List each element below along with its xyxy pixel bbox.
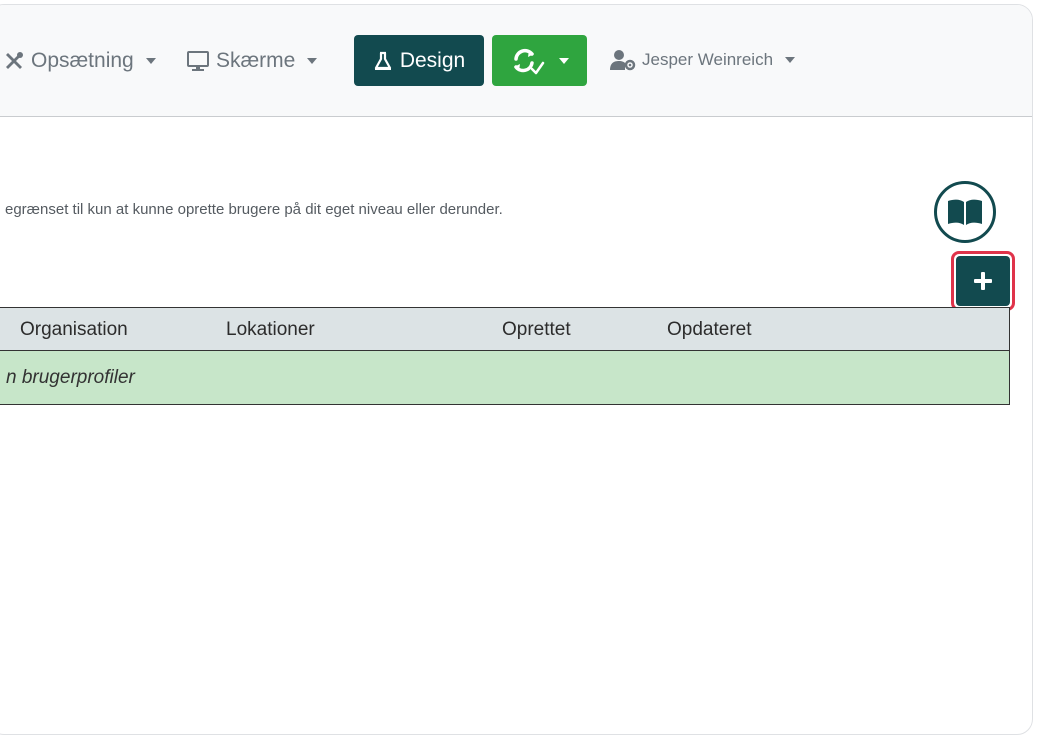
- column-header-updated[interactable]: Opdateret: [667, 319, 752, 341]
- design-button-label: Design: [399, 48, 466, 72]
- chevron-down-icon: [145, 58, 156, 64]
- users-table: Organisation Lokationer Oprettet Opdater…: [0, 307, 1010, 405]
- screens-menu-label: Skærme: [216, 49, 296, 72]
- manual-button[interactable]: [934, 181, 996, 243]
- table-header: Organisation Lokationer Oprettet Opdater…: [0, 308, 1009, 351]
- screens-menu[interactable]: Skærme: [186, 49, 318, 73]
- empty-table-message: n brugerprofiler: [6, 367, 135, 388]
- top-navbar: Opsætning Skærme Design Jesper Weinreich: [0, 5, 1032, 117]
- plus-icon: [973, 271, 993, 291]
- user-gear-icon: [610, 49, 636, 71]
- book-icon: [946, 197, 984, 227]
- app-window: Opsætning Skærme Design Jesper Weinreich…: [0, 4, 1033, 735]
- chevron-down-icon: [785, 57, 796, 63]
- column-header-locations[interactable]: Lokationer: [226, 319, 315, 341]
- sync-check-icon: [511, 47, 545, 75]
- tools-icon: [3, 50, 25, 72]
- flask-icon: [373, 51, 393, 71]
- setup-menu-label: Opsætning: [31, 49, 134, 72]
- design-button[interactable]: Design: [354, 35, 484, 86]
- chevron-down-icon: [558, 57, 569, 64]
- empty-table-row: n brugerprofiler: [0, 351, 1009, 404]
- chevron-down-icon: [307, 58, 318, 64]
- user-menu[interactable]: Jesper Weinreich: [610, 49, 796, 71]
- column-header-organisation[interactable]: Organisation: [20, 319, 128, 341]
- add-user-button[interactable]: [956, 256, 1010, 306]
- setup-menu[interactable]: Opsætning: [3, 49, 156, 73]
- column-header-created[interactable]: Oprettet: [502, 319, 571, 341]
- sync-button[interactable]: [492, 35, 587, 86]
- monitor-icon: [186, 50, 210, 72]
- user-name: Jesper Weinreich: [642, 50, 774, 69]
- info-text: egrænset til kun at kunne oprette bruger…: [5, 201, 503, 218]
